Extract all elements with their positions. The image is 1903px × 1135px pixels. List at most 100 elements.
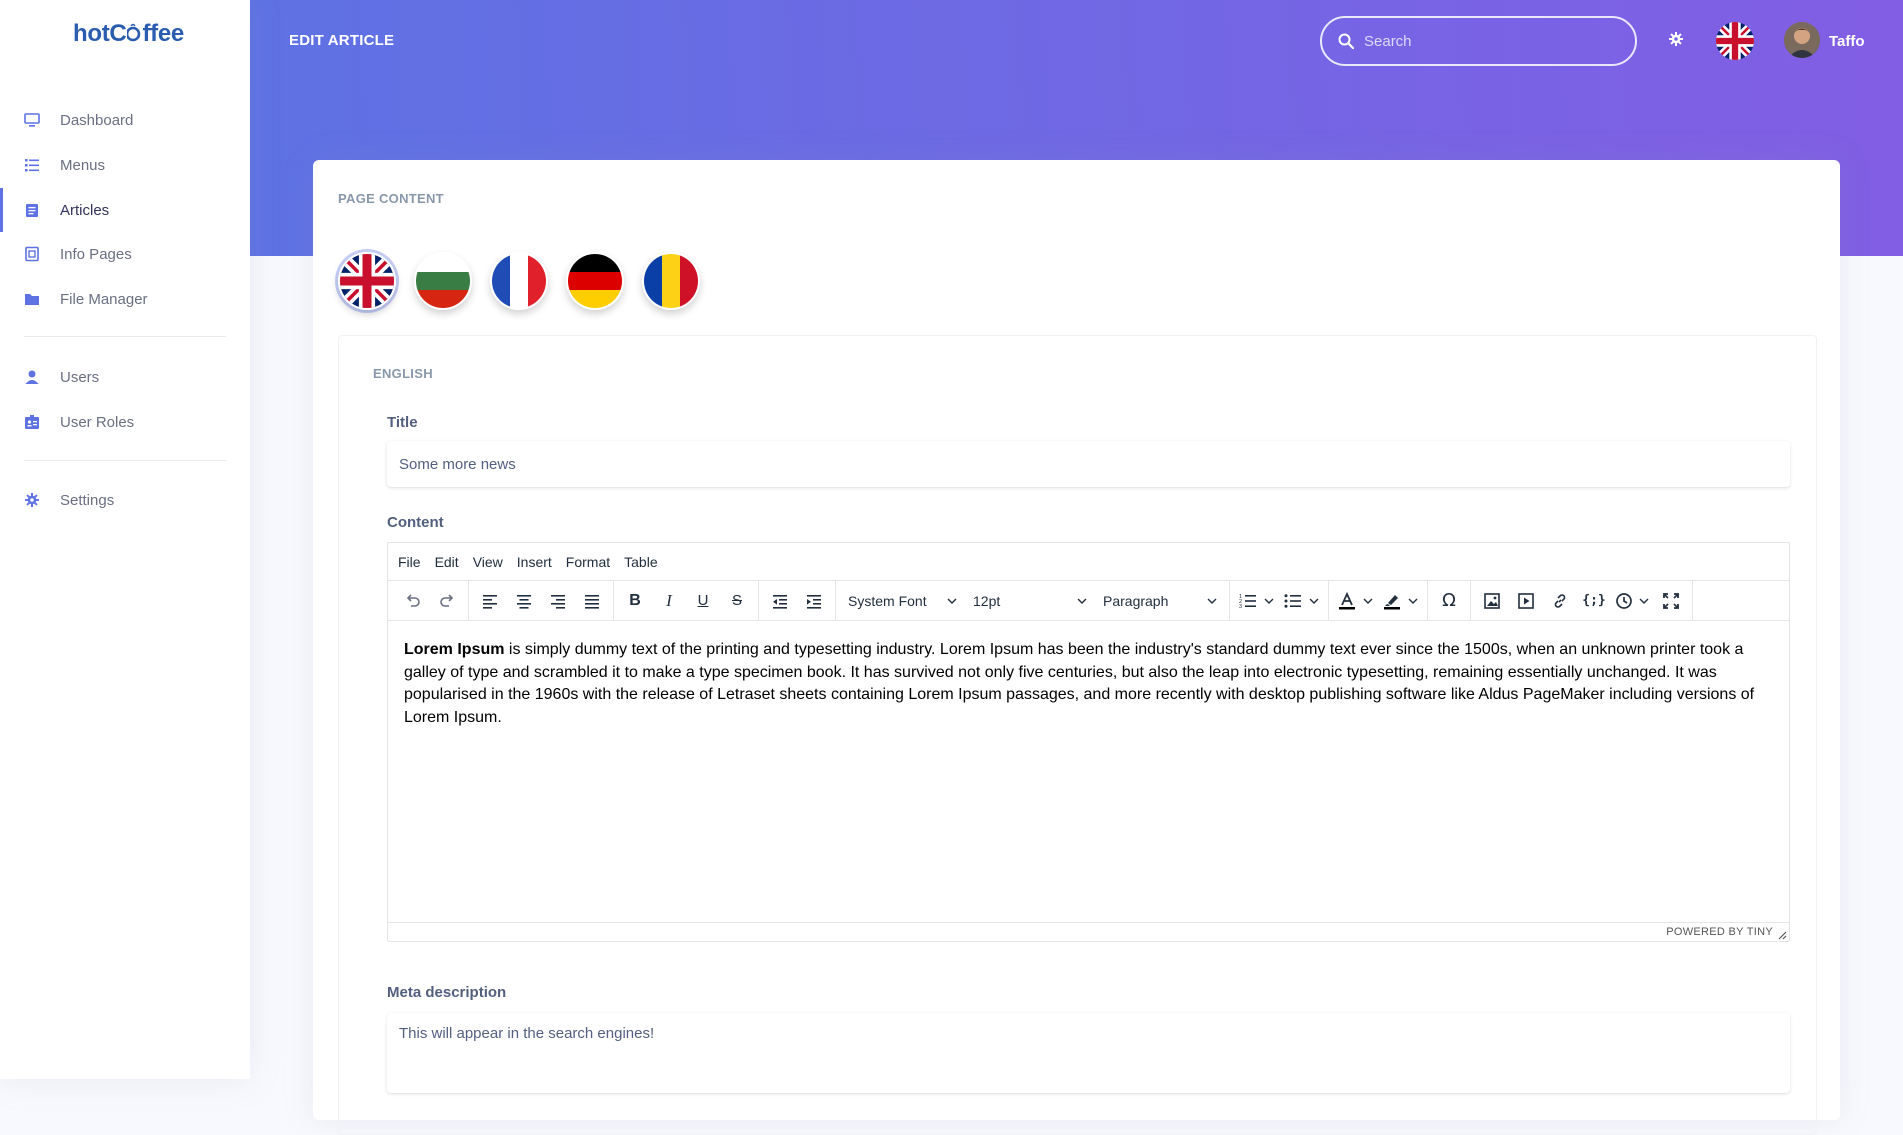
- title-label: Title: [387, 414, 418, 431]
- align-left-icon[interactable]: [473, 586, 507, 616]
- menu-edit[interactable]: Edit: [435, 554, 459, 570]
- block-format-select[interactable]: Paragraph: [1095, 586, 1225, 616]
- sidebar-item-articles[interactable]: Articles: [0, 188, 250, 232]
- search-icon: [1338, 33, 1354, 49]
- numbered-list-button[interactable]: 123: [1234, 592, 1279, 610]
- sidebar-item-menus[interactable]: Menus: [0, 143, 250, 187]
- powered-by-link[interactable]: POWERED BY TINY: [1666, 926, 1773, 938]
- editor-content-area[interactable]: Lorem Ipsum is simply dummy text of the …: [388, 621, 1789, 921]
- sidebar-divider: [24, 460, 226, 461]
- section-label: PAGE CONTENT: [338, 191, 444, 206]
- meta-description-value: This will appear in the search engines!: [399, 1025, 655, 1042]
- username[interactable]: Taffo: [1829, 33, 1865, 50]
- search-input[interactable]: [1364, 32, 1614, 50]
- special-character-omega-icon[interactable]: Ω: [1432, 586, 1466, 616]
- menu-insert[interactable]: Insert: [517, 554, 552, 570]
- code-sample-icon[interactable]: {;}: [1577, 586, 1611, 616]
- sidebar-item-label: Menus: [60, 156, 106, 174]
- gear-icon: [24, 492, 40, 508]
- editor-menubar: File Edit View Insert Format Table: [388, 543, 1789, 581]
- text-color-button[interactable]: [1333, 591, 1378, 611]
- language-label: ENGLISH: [373, 366, 433, 381]
- language-flags: [338, 252, 718, 310]
- chevron-down-icon: [1309, 598, 1319, 604]
- strikethrough-icon[interactable]: S: [720, 586, 754, 616]
- editor-toolbar: B I U S System Font 12pt Paragraph 1 2 3…: [388, 580, 1789, 621]
- sidebar-item-label: File Manager: [60, 290, 148, 308]
- sidebar-item-file-manager[interactable]: File Manager: [0, 277, 250, 321]
- sidebar-item-label: Users: [60, 368, 100, 386]
- chevron-down-icon: [1077, 598, 1087, 604]
- align-center-icon[interactable]: [507, 586, 541, 616]
- page-content-card: PAGE CONTENT ENGLISH Title Some more new…: [313, 160, 1840, 1135]
- language-flag-germany-icon[interactable]: [566, 252, 624, 310]
- article-icon: [24, 202, 40, 218]
- chevron-down-icon: [947, 598, 957, 604]
- meta-description-textarea[interactable]: This will appear in the search engines!: [387, 1013, 1790, 1093]
- search-box[interactable]: [1320, 16, 1637, 66]
- sidebar-item-label: Dashboard: [60, 111, 134, 129]
- align-right-icon[interactable]: [541, 586, 575, 616]
- font-size-select[interactable]: 12pt: [965, 586, 1095, 616]
- chevron-down-icon: [1363, 598, 1373, 604]
- text-color-icon: [1339, 591, 1355, 609]
- user-icon: [24, 369, 40, 385]
- language-switcher-uk-flag-icon[interactable]: [1716, 22, 1754, 60]
- menu-view[interactable]: View: [473, 554, 503, 570]
- sidebar-item-dashboard[interactable]: Dashboard: [0, 98, 250, 142]
- clock-icon: [1616, 592, 1632, 609]
- chevron-down-icon: [1639, 598, 1649, 604]
- menu-table[interactable]: Table: [624, 554, 657, 570]
- user-avatar[interactable]: [1784, 22, 1820, 58]
- resize-handle-icon[interactable]: [1777, 930, 1787, 940]
- sidebar: hotC ffee Dashboard Menus Articles Info P…: [0, 0, 250, 1079]
- menu-file[interactable]: File: [398, 554, 421, 570]
- settings-gear-icon[interactable]: [1668, 31, 1684, 52]
- content-label: Content: [387, 514, 444, 531]
- brand-name-end: ffee: [142, 20, 184, 47]
- sidebar-item-users[interactable]: Users: [0, 355, 250, 399]
- sidebar-item-label: User Roles: [60, 413, 135, 431]
- redo-icon[interactable]: [430, 586, 464, 616]
- align-justify-icon[interactable]: [575, 586, 609, 616]
- link-icon[interactable]: [1543, 586, 1577, 616]
- image-icon[interactable]: [1475, 586, 1509, 616]
- media-icon[interactable]: [1509, 586, 1543, 616]
- menu-format[interactable]: Format: [566, 554, 610, 570]
- sidebar-item-user-roles[interactable]: User Roles: [0, 400, 250, 444]
- bullet-list-icon: [1284, 593, 1301, 608]
- undo-icon[interactable]: [396, 586, 430, 616]
- monitor-icon: [24, 112, 40, 128]
- language-flag-uk-icon[interactable]: [338, 252, 396, 310]
- highlight-color-button[interactable]: [1378, 591, 1423, 611]
- language-flag-romania-icon[interactable]: [642, 252, 700, 310]
- sidebar-divider: [24, 336, 226, 337]
- outdent-icon[interactable]: [763, 586, 797, 616]
- svg-text:3: 3: [1239, 604, 1242, 610]
- insert-datetime-button[interactable]: [1611, 592, 1654, 610]
- sidebar-item-settings[interactable]: Settings: [0, 478, 250, 522]
- rich-text-editor: File Edit View Insert Format Table B I U…: [387, 542, 1790, 942]
- brand-name-start: hotC: [73, 20, 127, 47]
- sidebar-item-info-pages[interactable]: Info Pages: [0, 232, 250, 276]
- italic-icon[interactable]: I: [652, 586, 686, 616]
- font-family-select[interactable]: System Font: [840, 586, 965, 616]
- sidebar-item-label: Settings: [60, 491, 115, 509]
- content-body-text: is simply dummy text of the printing and…: [404, 641, 1755, 726]
- fullscreen-icon[interactable]: [1654, 586, 1688, 616]
- language-flag-bulgaria-icon[interactable]: [414, 252, 472, 310]
- font-family-value: System Font: [848, 592, 927, 609]
- title-input[interactable]: Some more news: [387, 441, 1790, 487]
- brand-logo[interactable]: hotC ffee: [73, 20, 184, 48]
- highlighter-icon: [1384, 594, 1400, 609]
- underline-icon[interactable]: U: [686, 586, 720, 616]
- bold-icon[interactable]: B: [618, 586, 652, 616]
- language-flag-france-icon[interactable]: [490, 252, 548, 310]
- indent-icon[interactable]: [797, 586, 831, 616]
- bullet-list-button[interactable]: [1279, 592, 1324, 610]
- sidebar-item-label: Info Pages: [60, 245, 132, 263]
- editor-statusbar: POWERED BY TINY: [388, 922, 1789, 941]
- content-bold-text: Lorem Ipsum: [404, 641, 505, 658]
- id-badge-icon: [24, 414, 40, 430]
- block-format-value: Paragraph: [1103, 592, 1169, 609]
